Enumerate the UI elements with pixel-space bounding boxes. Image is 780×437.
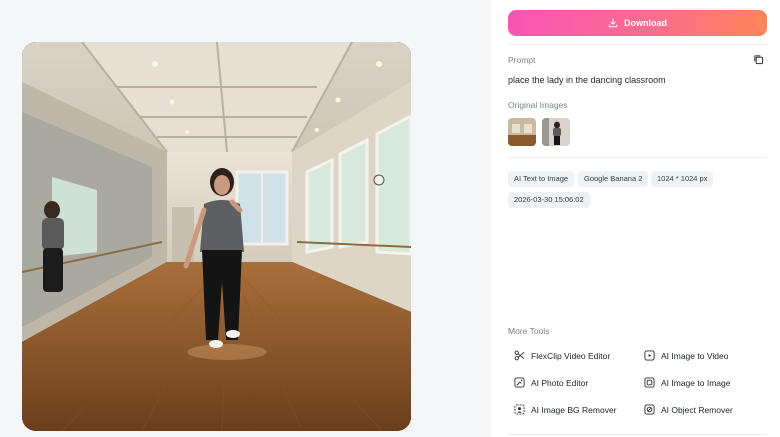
image-preview-pane	[0, 0, 491, 437]
details-panel: Download Prompt place the lady in the da…	[491, 0, 780, 437]
divider	[508, 157, 767, 158]
original-images-label: Original Images	[508, 100, 568, 110]
tool-label: AI Image to Image	[661, 377, 731, 388]
tag-model: Google Banana 2	[578, 171, 649, 187]
copy-icon[interactable]	[753, 54, 764, 65]
download-label: Download	[624, 18, 667, 28]
tool-ai-image-to-image[interactable]: AI Image to Image	[644, 377, 730, 388]
tag-generator: AI Text to Image	[508, 171, 575, 187]
scissors-icon	[514, 350, 525, 361]
download-button[interactable]: Download	[508, 10, 767, 36]
tool-label: AI Object Remover	[661, 404, 733, 415]
tag-timestamp: 2026-03-30 15:06:02	[508, 192, 590, 208]
tool-ai-photo-editor[interactable]: AI Photo Editor	[514, 377, 588, 388]
tag-resolution: 1024 * 1024 px	[651, 171, 714, 187]
download-icon	[608, 18, 618, 28]
original-image-thumb-2[interactable]	[542, 118, 570, 146]
divider	[508, 434, 767, 435]
prompt-text: place the lady in the dancing classroom	[508, 75, 666, 85]
photo-edit-icon	[514, 377, 525, 388]
tool-ai-image-to-video[interactable]: AI Image to Video	[644, 350, 728, 361]
more-tools-label: More Tools	[508, 326, 550, 336]
prompt-label: Prompt	[508, 55, 536, 65]
bg-remover-icon	[514, 404, 525, 415]
tool-label: AI Photo Editor	[531, 377, 589, 388]
tool-flexclip-video-editor[interactable]: FlexClip Video Editor	[514, 350, 610, 361]
tool-label: AI Image to Video	[661, 350, 729, 361]
image-to-image-icon	[644, 377, 655, 388]
tool-label: AI Image BG Remover	[531, 404, 617, 415]
original-image-thumb-1[interactable]	[508, 118, 536, 146]
tool-ai-image-bg-remover[interactable]: AI Image BG Remover	[514, 404, 617, 415]
tool-label: FlexClip Video Editor	[531, 350, 611, 361]
image-video-icon	[644, 350, 655, 361]
generated-image[interactable]	[22, 42, 411, 431]
dance-studio-photo	[22, 42, 411, 431]
object-remover-icon	[644, 404, 655, 415]
tool-ai-object-remover[interactable]: AI Object Remover	[644, 404, 733, 415]
divider	[508, 44, 767, 45]
